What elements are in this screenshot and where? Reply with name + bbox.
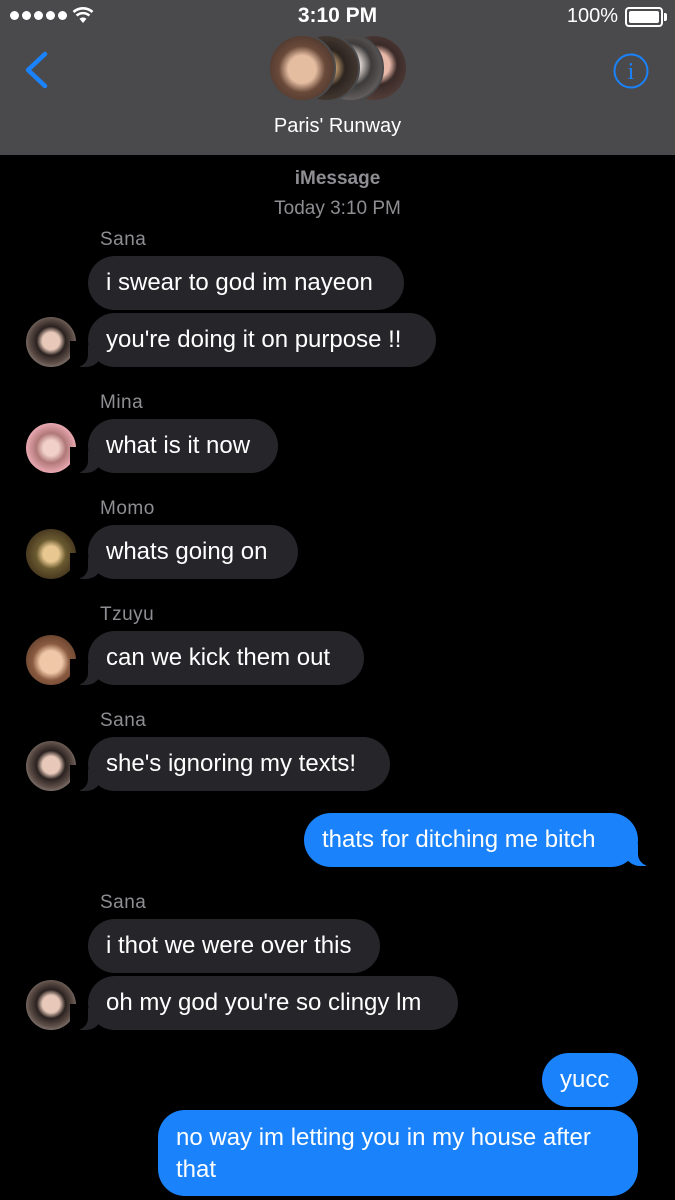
group-name[interactable]: Paris' Runway xyxy=(0,115,675,138)
sender-name: Sana xyxy=(100,710,147,731)
group-avatars[interactable] xyxy=(268,34,408,102)
message-bubble-incoming[interactable]: can we kick them out xyxy=(88,631,364,685)
battery-percentage: 100% xyxy=(566,5,618,27)
service-label: iMessage xyxy=(294,168,381,189)
conversation-header: 3:10 PM 100% Paris' Runway i xyxy=(0,0,675,155)
message-bubble-incoming[interactable]: you're doing it on purpose !! xyxy=(88,313,436,367)
message-bubble-outgoing[interactable]: no way im letting you in my house after … xyxy=(158,1110,638,1196)
sender-name: Momo xyxy=(100,498,155,519)
info-icon: i xyxy=(613,53,649,89)
message-bubble-incoming[interactable]: oh my god you're so clingy lm xyxy=(88,976,458,1030)
group-avatar-1 xyxy=(268,34,336,102)
conversation-timestamp: Today 3:10 PM xyxy=(274,198,401,219)
avatar-sana[interactable] xyxy=(26,741,76,791)
message-bubble-incoming[interactable]: she's ignoring my texts! xyxy=(88,737,390,791)
avatar-mina[interactable] xyxy=(26,423,76,473)
message-bubble-outgoing[interactable]: thats for ditching me bitch xyxy=(304,813,638,867)
battery-icon xyxy=(625,7,667,27)
chevron-left-icon xyxy=(25,51,48,89)
status-bar: 3:10 PM 100% xyxy=(0,0,675,32)
avatar-sana[interactable] xyxy=(26,317,76,367)
avatar-sana[interactable] xyxy=(26,980,76,1030)
sender-name: Tzuyu xyxy=(100,604,155,625)
info-button[interactable]: i xyxy=(612,52,650,90)
message-bubble-outgoing[interactable]: yucc xyxy=(542,1053,638,1107)
message-bubble-incoming[interactable]: what is it now xyxy=(88,419,278,473)
sender-name: Sana xyxy=(100,229,147,250)
back-button[interactable] xyxy=(20,50,54,90)
message-bubble-incoming[interactable]: whats going on xyxy=(88,525,298,579)
avatar-momo[interactable] xyxy=(26,529,76,579)
message-bubble-incoming[interactable]: i swear to god im nayeon xyxy=(88,256,404,310)
avatar-tzuyu[interactable] xyxy=(26,635,76,685)
svg-text:i: i xyxy=(628,59,635,85)
message-bubble-incoming[interactable]: i thot we were over this xyxy=(88,919,380,973)
sender-name: Mina xyxy=(100,392,144,413)
sender-name: Sana xyxy=(100,892,147,913)
